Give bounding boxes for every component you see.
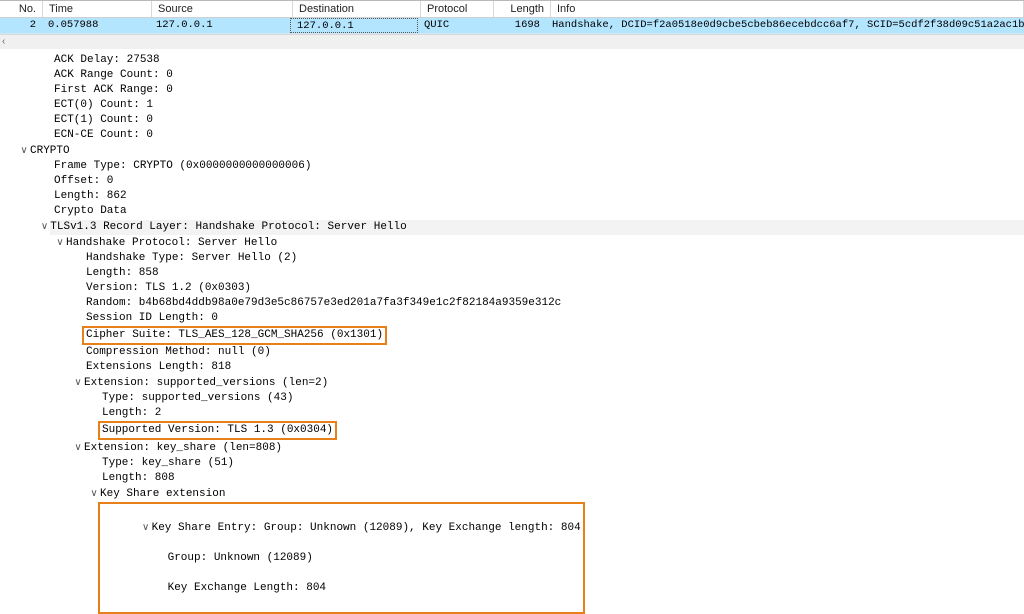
node-ext-supported-versions[interactable]: Extension: supported_versions (len=2) [84,376,328,391]
twisty-hs-proto[interactable]: ∨ [54,235,66,250]
field-ks-length[interactable]: Length: 808 [102,471,175,486]
node-ext-key-share[interactable]: Extension: key_share (len=808) [84,441,282,456]
col-header-length[interactable]: Length [494,1,551,17]
field-random[interactable]: Random: b4b68bd4ddb98a0e79d3e5c86757e3ed… [86,296,561,311]
field-extensions-length[interactable]: Extensions Length: 818 [86,360,231,375]
twisty-ext-supported-versions[interactable]: ∨ [72,375,84,390]
col-header-time[interactable]: Time [43,1,152,17]
cell-time: 0.057988 [42,18,150,33]
field-frame-type[interactable]: Frame Type: CRYPTO (0x0000000000000006) [54,159,311,174]
node-tls-record[interactable]: TLSv1.3 Record Layer: Handshake Protocol… [50,220,1024,235]
field-session-id-length[interactable]: Session ID Length: 0 [86,311,218,326]
field-sv-type[interactable]: Type: supported_versions (43) [102,391,293,406]
cell-length: 1698 [490,18,546,33]
cell-no: 2 [0,18,42,33]
field-supported-version[interactable]: Supported Version: TLS 1.3 (0x0304) [98,421,337,440]
field-ack-delay[interactable]: ACK Delay: 27538 [54,53,160,68]
node-handshake-protocol[interactable]: Handshake Protocol: Server Hello [66,236,277,251]
field-crypto-data[interactable]: Crypto Data [54,204,127,219]
node-crypto[interactable]: CRYPTO [30,144,70,159]
twisty-ext-key-share[interactable]: ∨ [72,440,84,455]
field-cipher-suite[interactable]: Cipher Suite: TLS_AES_128_GCM_SHA256 (0x… [82,326,387,345]
field-ks-group[interactable]: Group: Unknown (12089) [168,552,313,564]
col-header-destination[interactable]: Destination [293,1,421,17]
cell-info: Handshake, DCID=f2a0518e0d9cbe5cbeb86ece… [546,18,1024,33]
field-offset[interactable]: Offset: 0 [54,174,113,189]
col-header-no[interactable]: No. [0,1,43,17]
field-ks-type[interactable]: Type: key_share (51) [102,456,234,471]
col-header-info[interactable]: Info [551,1,1024,17]
node-key-share-extension[interactable]: Key Share extension [100,487,225,502]
twisty-key-share-extension[interactable]: ∨ [88,486,100,501]
field-ect0[interactable]: ECT(0) Count: 1 [54,98,153,113]
packet-list-hscrollbar[interactable]: ‹ [0,34,1024,49]
col-header-protocol[interactable]: Protocol [421,1,494,17]
field-ecn-ce[interactable]: ECN-CE Count: 0 [54,128,153,143]
cell-source: 127.0.0.1 [150,18,290,33]
field-sv-length[interactable]: Length: 2 [102,406,161,421]
field-ack-range-count[interactable]: ACK Range Count: 0 [54,68,173,83]
scroll-left-icon[interactable]: ‹ [2,35,5,49]
col-header-source[interactable]: Source [152,1,293,17]
field-ect1[interactable]: ECT(1) Count: 0 [54,113,153,128]
field-compression-method[interactable]: Compression Method: null (0) [86,345,271,360]
packet-list-header: No. Time Source Destination Protocol Len… [0,0,1024,18]
field-hs-version[interactable]: Version: TLS 1.2 (0x0303) [86,281,251,296]
cell-protocol: QUIC [418,18,490,33]
field-hs-length[interactable]: Length: 858 [86,266,159,281]
field-length[interactable]: Length: 862 [54,189,127,204]
packet-row-selected[interactable]: 2 0.057988 127.0.0.1 127.0.0.1 QUIC 1698… [0,18,1024,34]
twisty-key-share-entry[interactable]: ∨ [140,520,152,535]
field-hs-type[interactable]: Handshake Type: Server Hello (2) [86,251,297,266]
field-first-ack-range[interactable]: First ACK Range: 0 [54,83,173,98]
packet-details-tree[interactable]: ACK Delay: 27538 ACK Range Count: 0 Firs… [0,49,1024,614]
twisty-crypto[interactable]: ∨ [18,143,30,158]
node-key-share-entry[interactable]: Key Share Entry: Group: Unknown (12089),… [152,522,581,534]
cell-destination: 127.0.0.1 [290,18,418,33]
highlight-key-share-entry: ∨Key Share Entry: Group: Unknown (12089)… [98,502,585,614]
twisty-tls-record[interactable]: ∨ [39,219,51,234]
field-ks-exchange-length[interactable]: Key Exchange Length: 804 [168,582,326,594]
